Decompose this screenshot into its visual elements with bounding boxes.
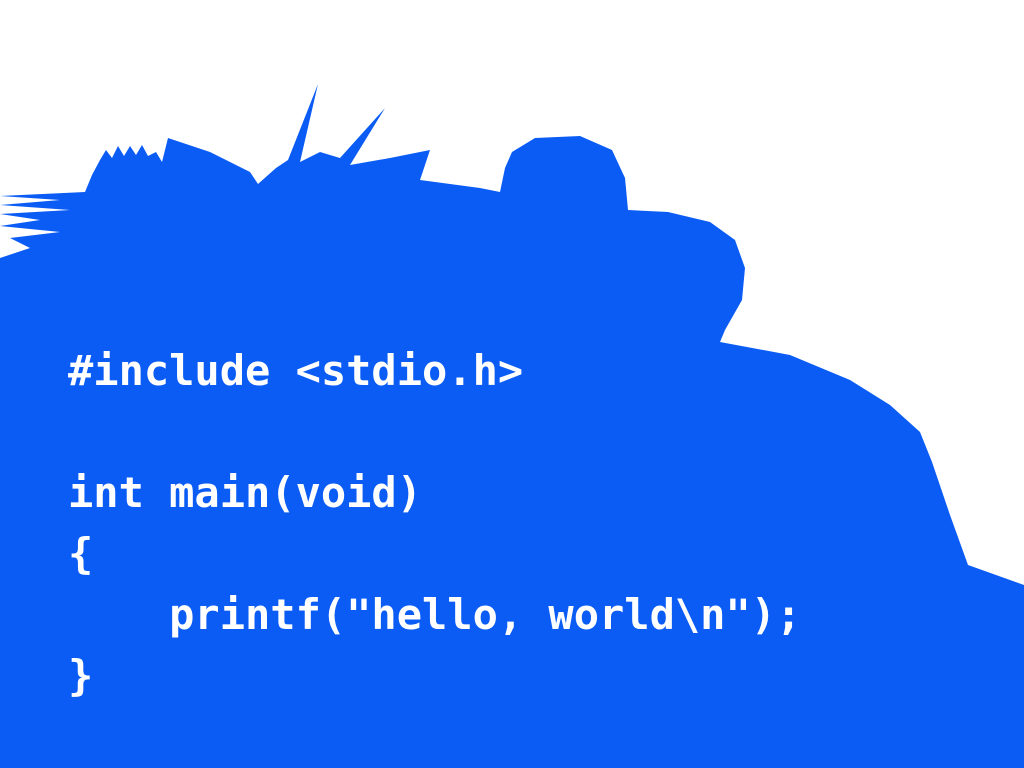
code-line-main-signature: int main(void) [68,468,423,517]
code-line-close-brace: } [68,651,94,700]
code-line-include: #include <stdio.h> [68,346,524,395]
code-line-printf: printf("hello, world\n"); [68,590,802,639]
code-line-open-brace: { [68,529,94,578]
code-snippet: #include <stdio.h> int main(void) { printf… [68,340,801,706]
artwork-canvas: #include <stdio.h> int main(void) { printf… [0,0,1024,768]
